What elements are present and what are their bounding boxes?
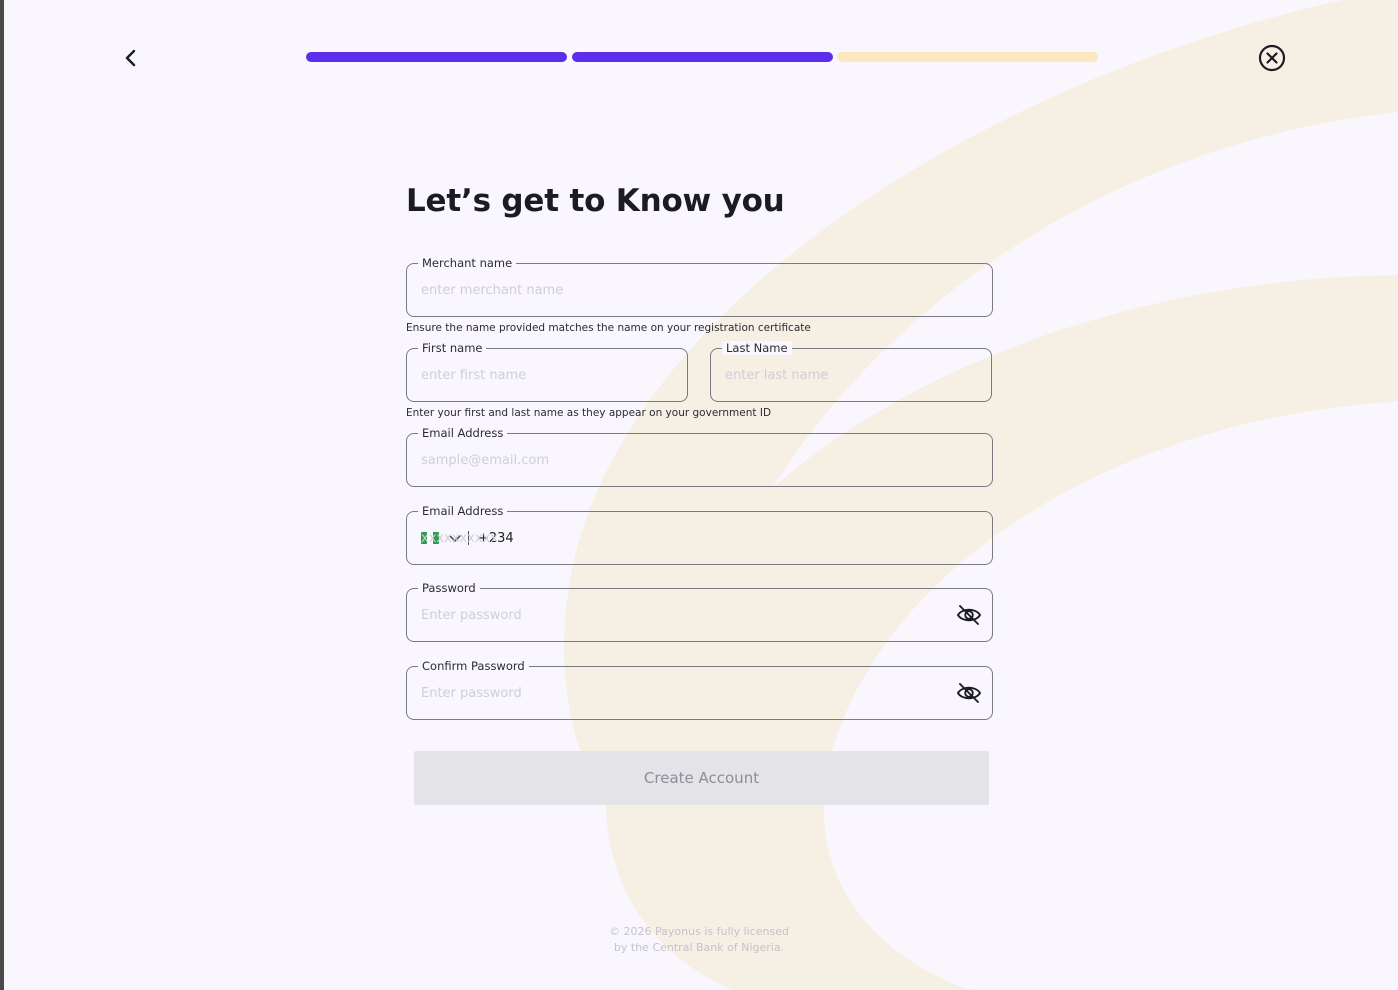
create-account-button[interactable]: Create Account xyxy=(414,751,989,805)
eye-off-icon[interactable] xyxy=(956,681,982,705)
progress-step-1 xyxy=(306,52,567,62)
progress-step-3 xyxy=(837,52,1098,62)
merchant-name-hint: Ensure the name provided matches the nam… xyxy=(406,322,811,334)
password-input[interactable] xyxy=(421,589,946,641)
close-circle-icon xyxy=(1258,44,1286,72)
close-button[interactable] xyxy=(1257,43,1287,73)
progress-step-2 xyxy=(572,52,833,62)
password-field: Password xyxy=(406,581,993,642)
name-hint: Enter your first and last name as they a… xyxy=(406,407,772,419)
phone-field: Email Address +234 xyxy=(406,504,993,565)
email-input[interactable] xyxy=(421,434,946,486)
confirm-password-field: Confirm Password xyxy=(406,659,993,720)
confirm-password-input[interactable] xyxy=(421,667,946,719)
chevron-left-icon xyxy=(125,49,136,67)
back-button[interactable] xyxy=(118,45,144,71)
page-title: Let’s get to Know you xyxy=(406,183,785,219)
footer-line-1: © 2026 Payonus is fully licensed xyxy=(609,925,789,938)
background-swirl xyxy=(564,0,1398,990)
first-name-input[interactable] xyxy=(421,349,641,401)
last-name-field: Last Name xyxy=(710,341,992,402)
phone-input[interactable] xyxy=(421,512,946,564)
footer-license-text: © 2026 Payonus is fully licensed by the … xyxy=(549,924,849,956)
merchant-name-input[interactable] xyxy=(421,264,946,316)
first-name-field: First name xyxy=(406,341,688,402)
email-field: Email Address xyxy=(406,426,993,487)
footer-line-2: by the Central Bank of Nigeria. xyxy=(613,941,785,954)
last-name-input[interactable] xyxy=(725,349,945,401)
eye-off-icon[interactable] xyxy=(956,603,982,627)
merchant-name-field: Merchant name xyxy=(406,256,993,317)
